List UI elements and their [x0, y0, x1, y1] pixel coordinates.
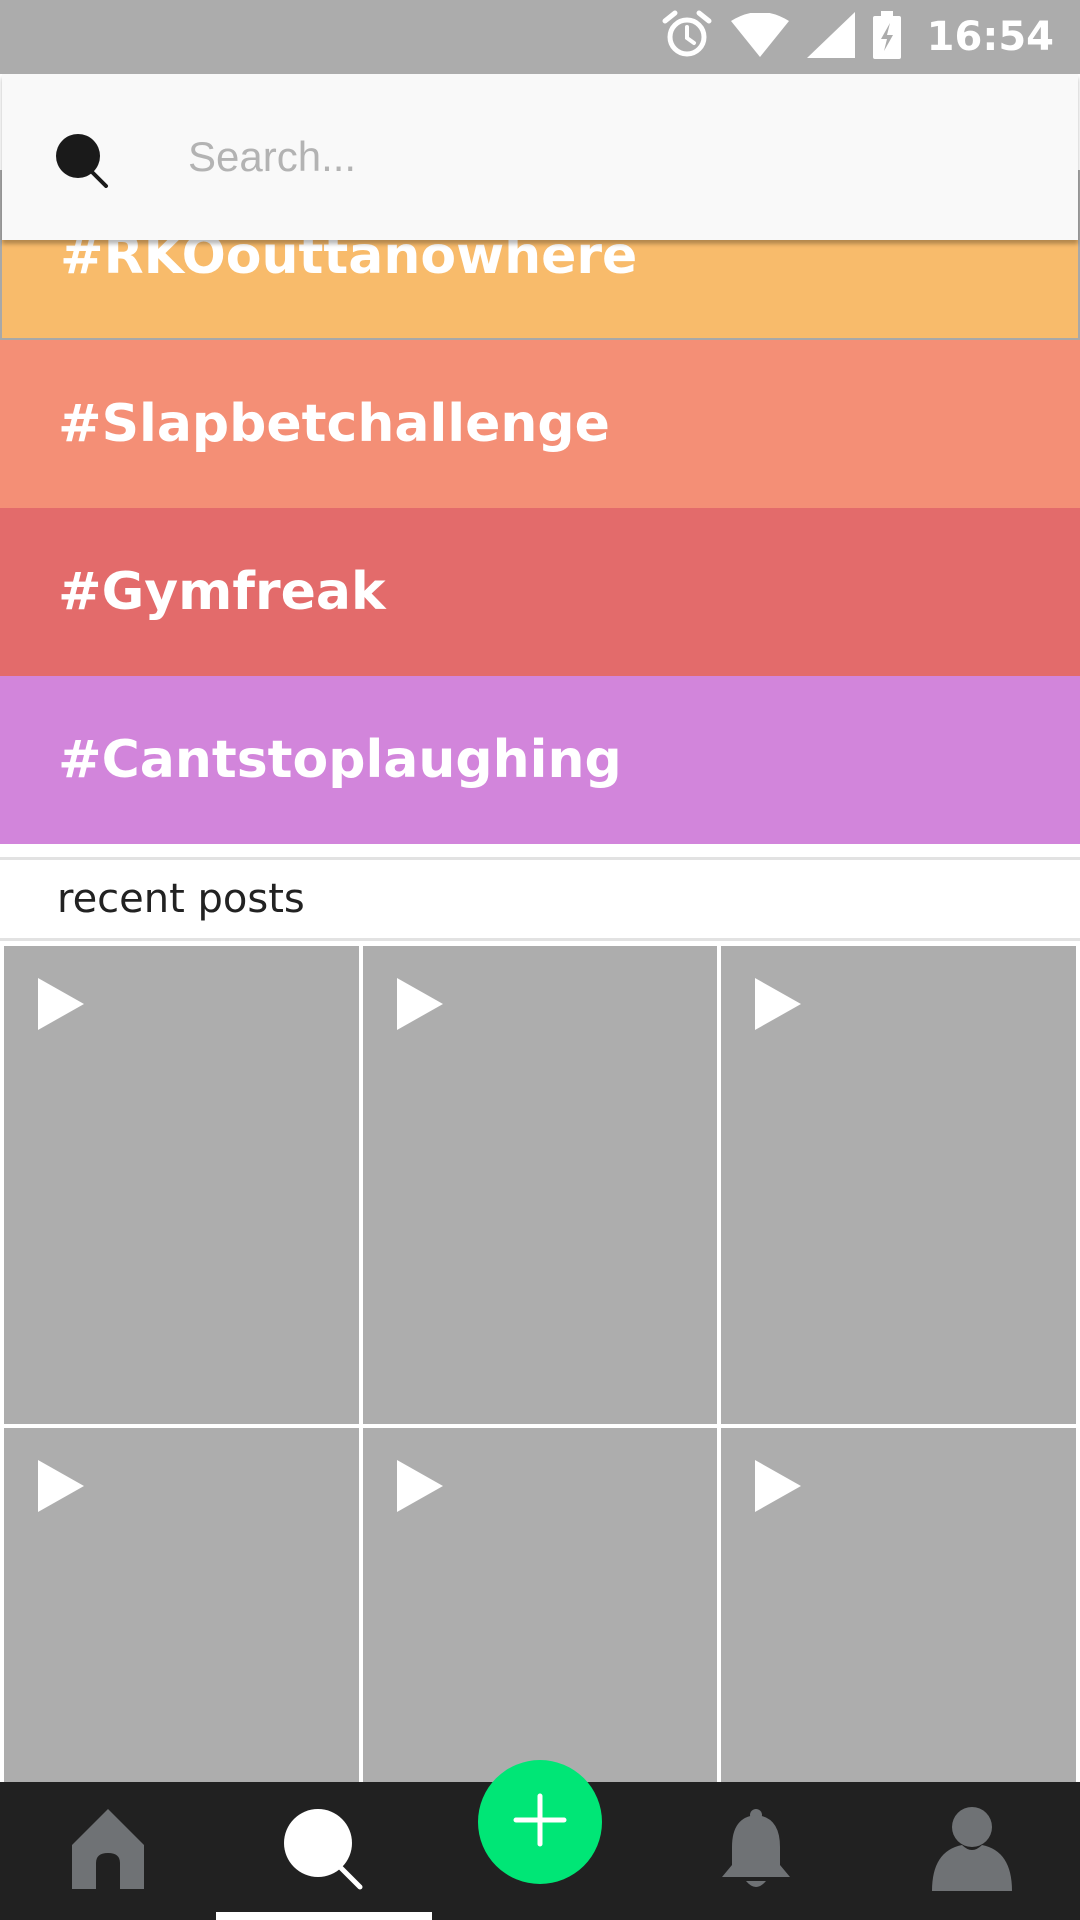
play-icon	[395, 976, 445, 1037]
status-bar: 16:54	[0, 0, 1080, 74]
search-icon[interactable]	[54, 132, 110, 193]
explore-screen: 16:54 #RKOouttanowhere #Slapbetchallenge…	[0, 0, 1080, 1920]
hashtag-label: #Gymfreak	[58, 562, 386, 622]
hashtag-item[interactable]: #Slapbetchallenge	[0, 340, 1080, 508]
active-tab-indicator	[216, 1912, 432, 1920]
hashtag-item[interactable]: #Gymfreak	[0, 508, 1080, 676]
home-icon	[70, 1807, 146, 1896]
status-time: 16:54	[926, 14, 1054, 60]
battery-charging-icon	[872, 10, 901, 64]
play-icon	[753, 976, 803, 1037]
search-bar	[2, 74, 1078, 240]
play-icon	[753, 1458, 803, 1519]
search-icon	[282, 1807, 366, 1896]
signal-icon	[806, 11, 855, 63]
play-icon	[36, 976, 86, 1037]
search-input[interactable]	[188, 124, 1048, 190]
nav-search[interactable]	[216, 1782, 432, 1920]
hashtag-label: #Slapbetchallenge	[58, 394, 610, 454]
nav-notifications[interactable]	[648, 1782, 864, 1920]
recent-posts-grid	[0, 942, 1080, 1906]
wifi-icon	[730, 11, 789, 62]
add-post-button[interactable]	[478, 1760, 602, 1884]
nav-profile[interactable]	[864, 1782, 1080, 1920]
bell-icon	[718, 1807, 794, 1896]
section-title: recent posts	[57, 876, 305, 922]
add-icon	[512, 1792, 568, 1853]
play-icon	[395, 1458, 445, 1519]
hashtag-item[interactable]: #Cantstoplaughing	[0, 676, 1080, 844]
post-tile[interactable]	[721, 946, 1076, 1424]
post-tile[interactable]	[362, 946, 718, 1424]
recent-posts-header: recent posts	[0, 857, 1080, 941]
alarm-icon	[661, 9, 713, 66]
play-icon	[36, 1458, 86, 1519]
profile-icon	[930, 1806, 1014, 1896]
post-tile[interactable]	[4, 946, 359, 1424]
hashtag-label: #Cantstoplaughing	[58, 730, 622, 790]
nav-home[interactable]	[0, 1782, 216, 1920]
